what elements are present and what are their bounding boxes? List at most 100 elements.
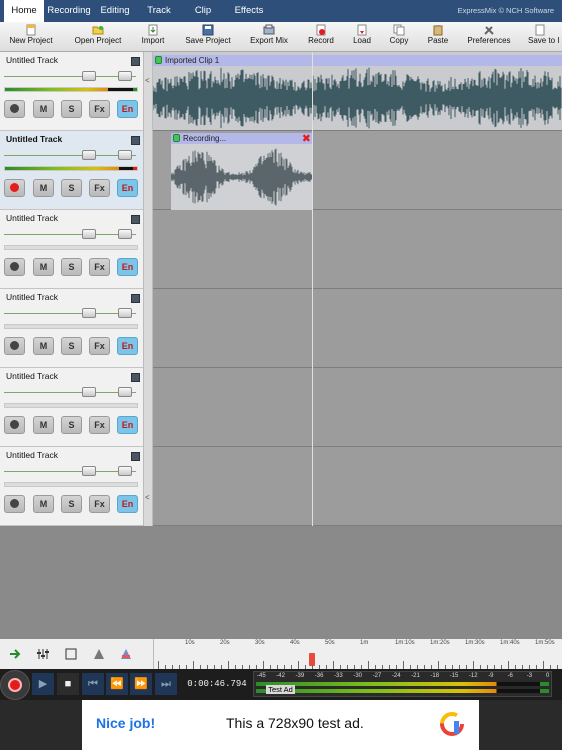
enable-button[interactable]: En xyxy=(117,337,138,355)
enable-button[interactable]: En xyxy=(117,179,138,197)
solo-button[interactable]: S xyxy=(61,179,82,197)
arm-record-button[interactable] xyxy=(4,495,25,513)
select-region-icon[interactable] xyxy=(64,647,78,661)
volume-fader-knob[interactable] xyxy=(82,71,96,81)
tab-track[interactable]: Track xyxy=(142,0,176,22)
track-panel-collapse[interactable]: < < xyxy=(143,52,153,526)
paste-button[interactable]: Paste xyxy=(425,24,451,51)
pan-fader-knob[interactable] xyxy=(118,229,132,239)
arm-record-button[interactable] xyxy=(4,179,25,197)
ruler-tick xyxy=(403,661,404,669)
arrow-tool-icon[interactable] xyxy=(8,647,22,661)
load-button[interactable]: Load xyxy=(350,24,374,51)
lane-6[interactable] xyxy=(153,447,562,526)
new-project-button[interactable]: New Project xyxy=(6,24,56,51)
lane-3[interactable] xyxy=(153,210,562,289)
mute-button[interactable]: M xyxy=(33,100,54,118)
fx-button[interactable]: Fx xyxy=(89,100,110,118)
mute-button[interactable]: M xyxy=(33,179,54,197)
fx-button[interactable]: Fx xyxy=(89,337,110,355)
recording-clip[interactable]: Recording... ✖ xyxy=(171,133,313,210)
volume-fader-knob[interactable] xyxy=(82,466,96,476)
close-icon[interactable]: ✖ xyxy=(302,132,311,145)
time-ruler[interactable]: 10s 20s 30s 40s 50s 1m 1m:10s 1m:20s 1m:30s 1m:40… xyxy=(153,639,562,669)
volume-fader-knob[interactable] xyxy=(82,150,96,160)
arm-record-button[interactable] xyxy=(4,258,25,276)
arm-record-button[interactable] xyxy=(4,100,25,118)
fx-button[interactable]: Fx xyxy=(89,495,110,513)
track-select-box[interactable] xyxy=(131,57,140,66)
playhead[interactable] xyxy=(312,52,313,526)
export-mix-button[interactable]: Export Mix xyxy=(247,24,291,51)
stop-button[interactable]: ■ xyxy=(57,673,79,695)
solo-button[interactable]: S xyxy=(61,100,82,118)
track-select-box[interactable] xyxy=(131,136,140,145)
enable-button[interactable]: En xyxy=(117,258,138,276)
record-transport-button[interactable] xyxy=(0,670,30,700)
pan-fader-knob[interactable] xyxy=(118,150,132,160)
lane-4[interactable] xyxy=(153,289,562,368)
solo-button[interactable]: S xyxy=(61,337,82,355)
track-select-box[interactable] xyxy=(131,373,140,382)
volume-fader-knob[interactable] xyxy=(82,387,96,397)
enable-button[interactable]: En xyxy=(117,495,138,513)
tab-clip[interactable]: Clip xyxy=(188,0,218,22)
enable-button[interactable]: En xyxy=(117,100,138,118)
solo-button[interactable]: S xyxy=(61,416,82,434)
effects-icon[interactable] xyxy=(119,647,133,661)
save-project-button[interactable]: Save Project xyxy=(182,24,234,51)
solo-button[interactable]: S xyxy=(61,258,82,276)
pan-fader-knob[interactable] xyxy=(118,308,132,318)
track-select-box[interactable] xyxy=(131,452,140,461)
arm-record-button[interactable] xyxy=(4,416,25,434)
track-header[interactable]: Untitled Track M S Fx En xyxy=(0,131,143,210)
tab-effects[interactable]: Effects xyxy=(228,0,270,22)
track-header[interactable]: Untitled Track M S Fx En xyxy=(0,289,143,368)
clip-header-imported[interactable]: Imported Clip 1 xyxy=(153,55,562,66)
volume-fader-knob[interactable] xyxy=(82,229,96,239)
pan-fader-knob[interactable] xyxy=(118,466,132,476)
track-name[interactable]: Untitled Track xyxy=(6,134,62,144)
fx-button[interactable]: Fx xyxy=(89,179,110,197)
track-select-box[interactable] xyxy=(131,215,140,224)
pan-fader-knob[interactable] xyxy=(118,71,132,81)
play-button[interactable]: ▶ xyxy=(32,673,54,695)
solo-button[interactable]: S xyxy=(61,495,82,513)
copy-button[interactable]: Copy xyxy=(387,24,411,51)
track-name[interactable]: Untitled Track xyxy=(6,371,58,381)
mixer-icon[interactable] xyxy=(36,647,50,661)
lane-2[interactable]: Recording... ✖ xyxy=(153,131,562,210)
track-name[interactable]: Untitled Track xyxy=(6,292,58,302)
track-name[interactable]: Untitled Track xyxy=(6,450,58,460)
track-header[interactable]: Untitled Track M S Fx En xyxy=(0,52,143,131)
track-name[interactable]: Untitled Track xyxy=(6,213,58,223)
mute-button[interactable]: M xyxy=(33,416,54,434)
lane-5[interactable] xyxy=(153,368,562,447)
timeline-area[interactable]: Imported Clip 1 Recording... ✖ xyxy=(153,52,562,526)
ad-banner[interactable]: Nice job! This a 728x90 test ad. xyxy=(82,700,479,750)
volume-fader-knob[interactable] xyxy=(82,308,96,318)
track-header[interactable]: Untitled Track M S Fx En xyxy=(0,210,143,289)
mute-button[interactable]: M xyxy=(33,495,54,513)
record-button[interactable]: Record xyxy=(305,24,337,51)
arm-record-button[interactable] xyxy=(4,337,25,355)
tab-home[interactable]: Home xyxy=(4,0,44,22)
preferences-button[interactable]: Preferences xyxy=(465,24,513,51)
track-name[interactable]: Untitled Track xyxy=(6,55,58,65)
track-header[interactable]: Untitled Track M S Fx En xyxy=(0,368,143,447)
mute-button[interactable]: M xyxy=(33,337,54,355)
track-select-box[interactable] xyxy=(131,294,140,303)
envelope-icon[interactable] xyxy=(92,647,106,661)
mute-button[interactable]: M xyxy=(33,258,54,276)
lane-1[interactable]: Imported Clip 1 xyxy=(153,52,562,131)
fx-button[interactable]: Fx xyxy=(89,416,110,434)
save-to-button[interactable]: Save to I xyxy=(528,24,562,51)
enable-button[interactable]: En xyxy=(117,416,138,434)
tab-recording[interactable]: Recording xyxy=(46,0,92,22)
open-project-button[interactable]: Open Project xyxy=(70,24,126,51)
tab-editing[interactable]: Editing xyxy=(96,0,134,22)
fx-button[interactable]: Fx xyxy=(89,258,110,276)
pan-fader-knob[interactable] xyxy=(118,387,132,397)
import-button[interactable]: Import xyxy=(138,24,168,51)
track-header[interactable]: Untitled Track M S Fx En xyxy=(0,447,143,526)
